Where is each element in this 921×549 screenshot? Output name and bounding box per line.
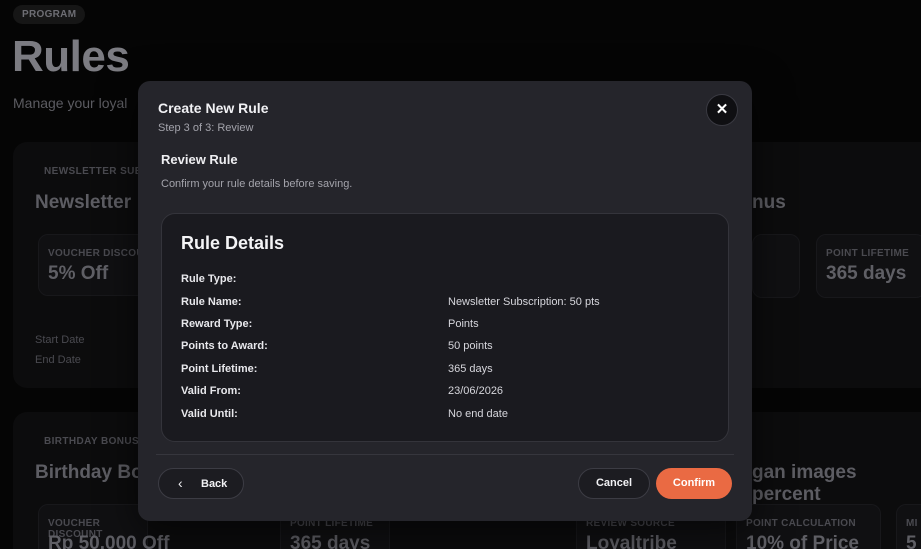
rule-tile: VOUCHER DISCOU 5% Off — [38, 234, 148, 296]
modal-title: Create New Rule — [158, 100, 269, 116]
chevron-left-icon: ‹ — [178, 475, 183, 491]
review-section-title: Review Rule — [161, 152, 238, 167]
back-button[interactable]: ‹ Back — [158, 468, 244, 499]
detail-value: 23/06/2026 — [448, 385, 504, 397]
rule-tile: POINT LIFETIME 365 days — [816, 234, 921, 298]
detail-value: Newsletter Subscription: 50 pts — [448, 296, 600, 308]
rule-tile-value: Rp 50.000 Off — [48, 533, 170, 549]
rule-tile-label: MI — [906, 518, 918, 529]
detail-value: 365 days — [448, 363, 493, 375]
rule-details-title: Rule Details — [181, 233, 285, 253]
close-icon: ✕ — [715, 101, 729, 118]
detail-key: Rule Type: — [181, 273, 237, 285]
detail-key: Points to Award: — [181, 340, 268, 352]
footer-divider — [156, 454, 734, 455]
rule-tile-label: POINT LIFETIME — [826, 248, 910, 259]
confirm-button[interactable]: Confirm — [656, 468, 732, 499]
rule-tile: VOUCHER DISCOUNT Rp 50.000 Off — [38, 504, 169, 549]
rule-card-label: BIRTHDAY BONUS — [44, 436, 140, 447]
rule-tile-value: 5 — [906, 533, 917, 549]
detail-key: Valid From: — [181, 385, 241, 397]
cancel-button[interactable]: Cancel — [578, 468, 650, 499]
detail-value: Points — [448, 318, 479, 330]
page: PROGRAM Rules Manage your loyal NEWSLETT… — [0, 0, 921, 549]
review-section-subtitle: Confirm your rule details before saving. — [161, 178, 353, 190]
rule-tile: MI 5 — [896, 504, 921, 549]
rule-card-label: NEWSLETTER SUB — [44, 166, 143, 177]
detail-value: 50 points — [448, 340, 493, 352]
program-badge: PROGRAM — [13, 5, 86, 24]
start-date-label: Start Date — [35, 334, 85, 346]
rule-tile-value: 5% Off — [48, 263, 109, 284]
rule-tile-label: POINT CALCULATION — [746, 518, 856, 529]
rule-details-card: Rule Details Rule Type: Rule Name: Newsl… — [161, 213, 729, 442]
detail-key: Reward Type: — [181, 318, 253, 330]
close-button[interactable]: ✕ — [706, 94, 738, 126]
back-button-label: Back — [201, 478, 228, 490]
rule-tile: POINT CALCULATION 10% of Price — [736, 504, 881, 549]
rule-card-heading-right: nus — [752, 192, 786, 213]
detail-row-reward-type: Reward Type: Points — [181, 318, 711, 334]
rule-tile-label: VOUCHER DISCOU — [48, 248, 144, 259]
detail-row-rule-type: Rule Type: — [181, 273, 711, 289]
create-rule-modal: Create New Rule Step 3 of 3: Review ✕ Re… — [138, 81, 752, 521]
rule-tile-value: 365 days — [290, 533, 371, 549]
detail-row-valid-until: Valid Until: No end date — [181, 408, 711, 424]
detail-row-valid-from: Valid From: 23/06/2026 — [181, 385, 711, 401]
detail-key: Point Lifetime: — [181, 363, 258, 375]
rule-card-heading: Birthday Bo — [35, 462, 143, 483]
page-subtitle: Manage your loyal — [13, 95, 128, 111]
detail-key: Rule Name: — [181, 296, 242, 308]
rule-tile-value: Loyaltribe — [586, 533, 677, 549]
rule-tile-value: 10% of Price — [746, 533, 859, 549]
rule-card-heading-right: gan images percent — [752, 462, 857, 505]
rule-tile-value: 365 days — [826, 263, 907, 284]
detail-row-rule-name: Rule Name: Newsletter Subscription: 50 p… — [181, 296, 711, 312]
page-title: Rules — [12, 32, 130, 81]
detail-value: No end date — [448, 408, 508, 420]
end-date-label: End Date — [35, 354, 81, 366]
detail-row-points-to-award: Points to Award: 50 points — [181, 340, 711, 356]
rule-tile — [752, 234, 800, 298]
rule-card-heading: Newsletter — [35, 192, 132, 213]
detail-key: Valid Until: — [181, 408, 238, 420]
modal-step-indicator: Step 3 of 3: Review — [158, 122, 254, 134]
detail-row-point-lifetime: Point Lifetime: 365 days — [181, 363, 711, 379]
